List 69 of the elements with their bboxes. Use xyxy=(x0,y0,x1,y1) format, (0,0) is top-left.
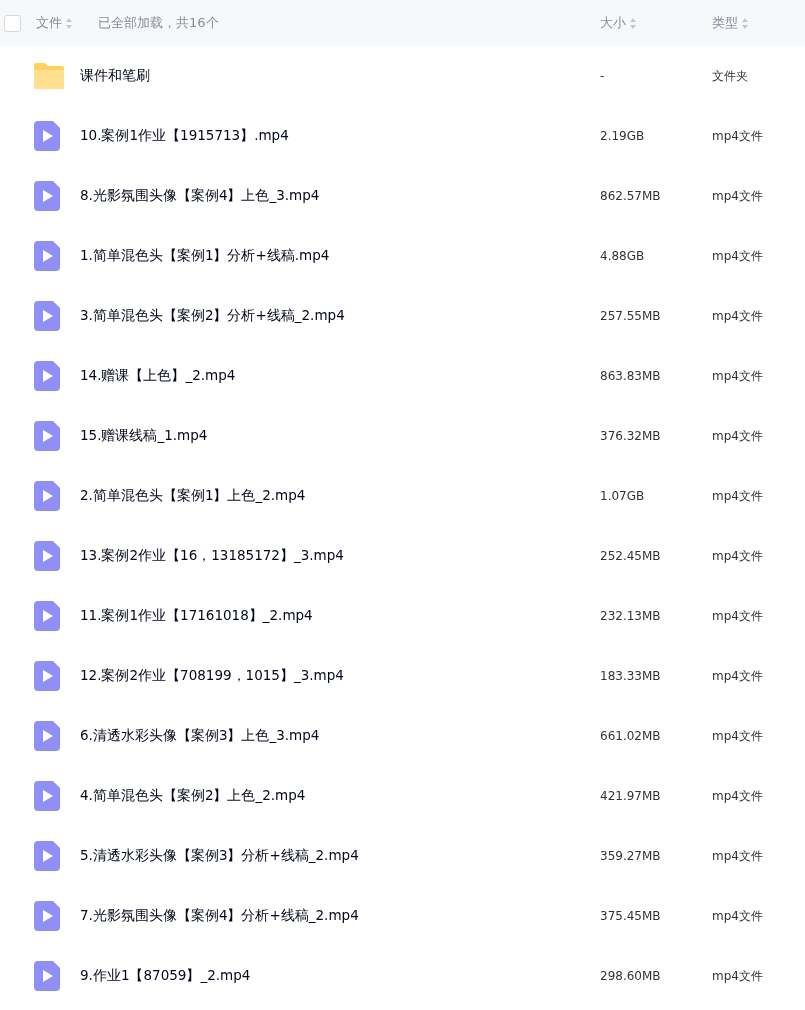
video-file-icon xyxy=(34,901,60,931)
video-file-icon xyxy=(34,181,60,211)
file-size: 661.02MB xyxy=(600,729,662,743)
file-name[interactable]: 13.案例2作业【16，13185172】_3.mp4 xyxy=(80,547,600,565)
file-size: - xyxy=(600,69,606,83)
file-name[interactable]: 4.简单混色头【案例2】上色_2.mp4 xyxy=(80,787,600,805)
video-file-icon xyxy=(34,241,60,271)
file-type: mp4文件 xyxy=(712,127,764,145)
video-file-icon xyxy=(34,361,60,391)
file-size: 359.27MB xyxy=(600,849,662,863)
file-size: 862.57MB xyxy=(600,189,662,203)
file-size: 421.97MB xyxy=(600,789,662,803)
file-name[interactable]: 5.清透水彩头像【案例3】分析+线稿_2.mp4 xyxy=(80,847,600,865)
file-name[interactable]: 课件和笔刷 xyxy=(80,67,600,85)
file-name[interactable]: 9.作业1【87059】_2.mp4 xyxy=(80,967,600,985)
video-file-icon xyxy=(34,721,60,751)
file-name[interactable]: 8.光影氛围头像【案例4】上色_3.mp4 xyxy=(80,187,600,205)
video-file-icon xyxy=(34,661,60,691)
file-type: mp4文件 xyxy=(712,907,764,925)
file-type: mp4文件 xyxy=(712,847,764,865)
select-all-checkbox[interactable] xyxy=(4,14,21,32)
file-name[interactable]: 12.案例2作业【708199，1015】_3.mp4 xyxy=(80,667,600,685)
file-size: 183.33MB xyxy=(600,669,662,683)
sort-icon xyxy=(742,17,748,29)
file-name[interactable]: 10.案例1作业【1915713】.mp4 xyxy=(80,127,600,145)
file-name[interactable]: 14.赠课【上色】_2.mp4 xyxy=(80,367,600,385)
file-type: mp4文件 xyxy=(712,547,764,565)
video-file-icon xyxy=(34,601,60,631)
file-type: mp4文件 xyxy=(712,487,764,505)
video-file-icon xyxy=(34,541,60,571)
video-file-icon xyxy=(34,121,60,151)
file-type: mp4文件 xyxy=(712,727,764,745)
file-name[interactable]: 15.赠课线稿_1.mp4 xyxy=(80,427,600,445)
file-size: 4.88GB xyxy=(600,249,646,263)
file-type: mp4文件 xyxy=(712,367,764,385)
video-file-icon xyxy=(34,841,60,871)
file-size: 863.83MB xyxy=(600,369,662,383)
file-type: mp4文件 xyxy=(712,607,764,625)
video-file-icon xyxy=(34,961,60,991)
file-type: mp4文件 xyxy=(712,307,764,325)
file-type: mp4文件 xyxy=(712,667,764,685)
video-file-icon xyxy=(34,481,60,511)
load-status: 已全部加载，共16个 xyxy=(98,14,220,32)
file-type: mp4文件 xyxy=(712,787,764,805)
folder-icon xyxy=(34,63,64,89)
file-size: 252.45MB xyxy=(600,549,662,563)
file-type: 文件夹 xyxy=(712,67,749,85)
file-size: 375.45MB xyxy=(600,909,662,923)
file-type: mp4文件 xyxy=(712,247,764,265)
file-size: 376.32MB xyxy=(600,429,662,443)
file-size: 2.19GB xyxy=(600,129,646,143)
file-size: 1.07GB xyxy=(600,489,646,503)
file-type: mp4文件 xyxy=(712,967,764,985)
video-file-icon xyxy=(34,301,60,331)
video-file-icon xyxy=(34,421,60,451)
file-type: mp4文件 xyxy=(712,187,764,205)
file-size: 232.13MB xyxy=(600,609,662,623)
file-name[interactable]: 7.光影氛围头像【案例4】分析+线稿_2.mp4 xyxy=(80,907,600,925)
file-type: mp4文件 xyxy=(712,427,764,445)
file-size: 257.55MB xyxy=(600,309,662,323)
file-name[interactable]: 3.简单混色头【案例2】分析+线稿_2.mp4 xyxy=(80,307,600,325)
video-file-icon xyxy=(34,781,60,811)
sort-icon xyxy=(630,17,636,29)
file-name[interactable]: 2.简单混色头【案例1】上色_2.mp4 xyxy=(80,487,600,505)
file-size: 298.60MB xyxy=(600,969,662,983)
file-name[interactable]: 11.案例1作业【17161018】_2.mp4 xyxy=(80,607,600,625)
file-name[interactable]: 6.清透水彩头像【案例3】上色_3.mp4 xyxy=(80,727,600,745)
file-name[interactable]: 1.简单混色头【案例1】分析+线稿.mp4 xyxy=(80,247,600,265)
sort-icon xyxy=(66,17,72,29)
